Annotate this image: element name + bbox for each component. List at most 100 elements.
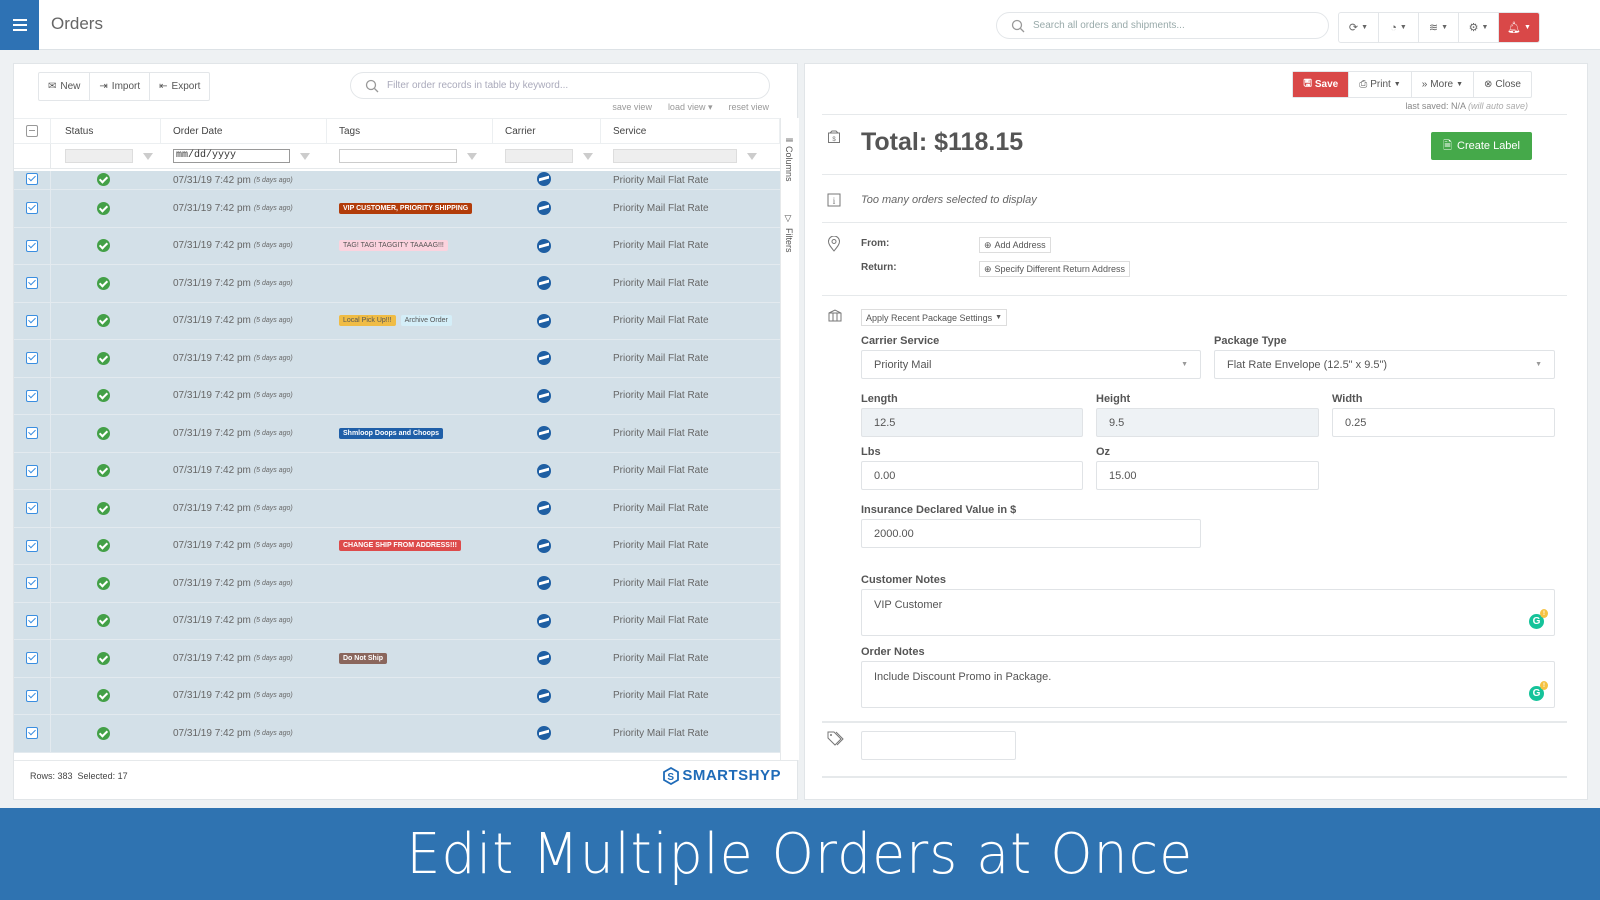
- hamburger-menu-button[interactable]: [0, 0, 39, 50]
- sync-menu-button[interactable]: ⟳ ▼: [1339, 13, 1379, 42]
- customer-notes-textarea[interactable]: VIP Customer G: [861, 589, 1555, 636]
- order-tag: TAG! TAG! TAGGITY TAAAAG!!!: [339, 240, 448, 252]
- height-input[interactable]: 9.5: [1096, 408, 1319, 437]
- table-row[interactable]: 07/31/19 7:42 pm (5 days ago) Priority Mai…: [14, 171, 780, 190]
- row-checkbox[interactable]: [26, 502, 38, 515]
- select-all-checkbox[interactable]: [26, 125, 38, 137]
- row-checkbox[interactable]: [26, 539, 38, 552]
- column-header-service[interactable]: Service: [601, 119, 780, 143]
- save-view-link[interactable]: save view: [612, 102, 652, 113]
- length-input[interactable]: 12.5: [861, 408, 1083, 437]
- filter-icon[interactable]: [467, 152, 477, 160]
- order-date-relative: (5 days ago): [253, 729, 293, 737]
- order-date: 07/31/19 7:42 pm: [173, 352, 251, 364]
- tags-input[interactable]: [861, 731, 1016, 760]
- save-button[interactable]: 🖫 Save: [1293, 72, 1350, 97]
- carrier-service-select[interactable]: Priority Mail ▼: [861, 350, 1201, 379]
- apply-recent-package-button[interactable]: Apply Recent Package Settings ▼: [861, 309, 1008, 326]
- column-header-carrier[interactable]: Carrier: [493, 119, 601, 143]
- order-date-relative: (5 days ago): [253, 242, 293, 250]
- table-row[interactable]: 07/31/19 7:42 pm (5 days ago) TAG! TAG! TA…: [14, 227, 780, 265]
- insurance-input[interactable]: 2000.00: [861, 519, 1201, 548]
- table-row[interactable]: 07/31/19 7:42 pm (5 days ago) Priority Mai…: [14, 602, 780, 640]
- row-checkbox[interactable]: [26, 202, 38, 215]
- carrier-filter-input[interactable]: [505, 149, 573, 163]
- return-address-button[interactable]: ⊕ Specify Different Return Address: [979, 261, 1130, 277]
- carrier-cell: [493, 528, 601, 565]
- column-header-order-date[interactable]: Order Date: [161, 119, 327, 143]
- filter-icon[interactable]: [300, 152, 310, 160]
- row-checkbox[interactable]: [26, 389, 38, 402]
- table-row[interactable]: 07/31/19 7:42 pm (5 days ago) Priority Mai…: [14, 340, 780, 378]
- status-cell: [51, 190, 161, 227]
- create-label-button[interactable]: 🗎 Create Label: [1431, 132, 1532, 160]
- notifications-menu-button[interactable]: 🔔︎ ▼: [1499, 13, 1539, 42]
- row-checkbox[interactable]: [26, 614, 38, 627]
- table-row[interactable]: 07/31/19 7:42 pm (5 days ago) Priority Mai…: [14, 565, 780, 603]
- table-row[interactable]: 07/31/19 7:42 pm (5 days ago) Priority Mai…: [14, 452, 780, 490]
- filter-icon[interactable]: [583, 152, 593, 160]
- row-checkbox[interactable]: [26, 689, 38, 702]
- table-filter-input[interactable]: Filter order records in table by keyword…: [350, 72, 770, 99]
- chevron-down-icon: ▼: [1535, 361, 1542, 368]
- column-header-status[interactable]: Status: [51, 119, 161, 143]
- table-row[interactable]: 07/31/19 7:42 pm (5 days ago) Priority Mai…: [14, 715, 780, 753]
- service-filter-input[interactable]: [613, 149, 737, 163]
- row-checkbox[interactable]: [26, 727, 38, 740]
- filter-icon[interactable]: [143, 152, 153, 160]
- table-row[interactable]: 07/31/19 7:42 pm (5 days ago) Local Pick U…: [14, 302, 780, 340]
- column-header-tags[interactable]: Tags: [327, 119, 493, 143]
- table-row[interactable]: 07/31/19 7:42 pm (5 days ago) Priority Mai…: [14, 677, 780, 715]
- stack-menu-button[interactable]: ≋ ▼: [1419, 13, 1459, 42]
- settings-menu-button[interactable]: ⚙ ▼: [1459, 13, 1499, 42]
- row-checkbox[interactable]: [26, 464, 38, 477]
- row-select-cell: [14, 452, 51, 489]
- row-checkbox[interactable]: [26, 427, 38, 440]
- export-button[interactable]: ⇤ Export: [150, 73, 209, 100]
- close-button[interactable]: ⊗ Close: [1474, 72, 1531, 97]
- package-type-select[interactable]: Flat Rate Envelope (12.5" x 9.5") ▼: [1214, 350, 1555, 379]
- table-row[interactable]: 07/31/19 7:42 pm (5 days ago) Priority Mai…: [14, 377, 780, 415]
- divider: [822, 114, 1567, 115]
- check-circle-icon: [97, 201, 110, 215]
- grammarly-icon[interactable]: G: [1529, 609, 1548, 629]
- filter-icon[interactable]: [747, 152, 757, 160]
- order-notes-textarea[interactable]: Include Discount Promo in Package. G: [861, 661, 1555, 708]
- reset-view-link[interactable]: reset view: [728, 102, 769, 113]
- new-order-button[interactable]: ✉ New: [39, 73, 91, 100]
- row-select-cell: [14, 415, 51, 452]
- table-row[interactable]: 07/31/19 7:42 pm (5 days ago) Priority Mai…: [14, 490, 780, 528]
- row-checkbox[interactable]: [26, 277, 38, 290]
- order-date-cell: 07/31/19 7:42 pm (5 days ago): [161, 228, 327, 265]
- status-filter-input[interactable]: [65, 149, 133, 163]
- width-input[interactable]: 0.25: [1332, 408, 1555, 437]
- row-checkbox[interactable]: [26, 577, 38, 590]
- lbs-input[interactable]: 0.00: [861, 461, 1083, 490]
- row-checkbox[interactable]: [26, 352, 38, 365]
- tags-filter-input[interactable]: [339, 149, 457, 163]
- columns-icon: ⦀: [784, 138, 794, 142]
- table-row[interactable]: 07/31/19 7:42 pm (5 days ago) VIP CUSTOMER…: [14, 190, 780, 228]
- row-checkbox[interactable]: [26, 173, 38, 185]
- import-button[interactable]: ⇥ Import: [90, 73, 151, 100]
- grammarly-icon[interactable]: G: [1529, 681, 1548, 701]
- date-filter-input[interactable]: mm/dd/yyyy: [173, 149, 290, 163]
- row-checkbox[interactable]: [26, 239, 38, 252]
- check-circle-icon: [97, 651, 110, 665]
- service-cell: Priority Mail Flat Rate: [613, 427, 709, 439]
- reports-menu-button[interactable]: ◔ ▼: [1379, 13, 1419, 42]
- filters-tab[interactable]: ▽ Filters: [784, 214, 794, 253]
- more-button[interactable]: » More ▼: [1412, 72, 1475, 97]
- columns-tab[interactable]: ⦀ Columns: [784, 138, 794, 181]
- table-row[interactable]: 07/31/19 7:42 pm (5 days ago) Shmloop Doop…: [14, 415, 780, 453]
- load-view-link[interactable]: load view ▾: [668, 102, 713, 113]
- global-search-input[interactable]: Search all orders and shipments...: [996, 12, 1329, 39]
- table-row[interactable]: 07/31/19 7:42 pm (5 days ago) Priority Mai…: [14, 265, 780, 303]
- row-checkbox[interactable]: [26, 314, 38, 327]
- table-row[interactable]: 07/31/19 7:42 pm (5 days ago) Do Not Ship P…: [14, 640, 780, 678]
- add-address-button[interactable]: ⊕ Add Address: [979, 237, 1051, 253]
- row-checkbox[interactable]: [26, 652, 38, 665]
- print-button[interactable]: ⎙ Print ▼: [1349, 72, 1412, 97]
- table-row[interactable]: 07/31/19 7:42 pm (5 days ago) CHANGE SHIP …: [14, 527, 780, 565]
- oz-input[interactable]: 15.00: [1096, 461, 1319, 490]
